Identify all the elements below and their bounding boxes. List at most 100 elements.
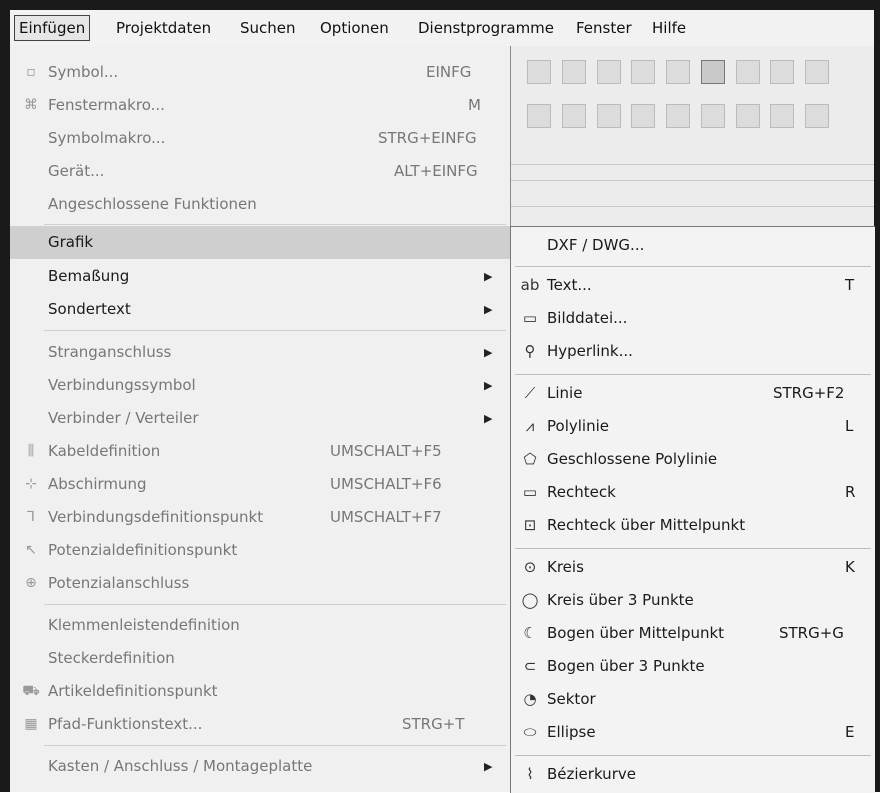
menu-item-symbolmakro[interactable]: Symbolmakro... STRG+EINFG	[10, 122, 510, 155]
grid-icon[interactable]	[666, 60, 691, 84]
toolbar-row-2	[524, 98, 832, 132]
submenu-item-rechteck-ueber-mittelpunkt[interactable]: ⊡ Rechteck über Mittelpunkt	[511, 509, 875, 542]
hyperlink-icon: ⚲	[524, 342, 536, 360]
submenu-item-dxf-dwg[interactable]: DXF / DWG...	[511, 229, 875, 262]
symbol-icon: ▫	[26, 64, 36, 80]
ellipse-icon: ⬭	[523, 723, 537, 741]
submenu-item-sektor[interactable]: ◔ Sektor	[511, 683, 875, 716]
forward-icon[interactable]	[596, 60, 621, 84]
closed-polyline-icon: ⬠	[523, 450, 537, 468]
submenu-item-bogen-ueber-3-punkte[interactable]: ⊂ Bogen über 3 Punkte	[511, 650, 875, 683]
menu-item-potenzialanschluss[interactable]: ⊕ Potenzialanschluss	[10, 567, 510, 600]
submenu-arrow-icon: ▶	[484, 270, 493, 283]
menu-item-pfad-funktionstext[interactable]: ▦ Pfad-Funktionstext... STRG+T	[10, 708, 510, 741]
submenu-item-hyperlink[interactable]: ⚲ Hyperlink...	[511, 335, 875, 368]
connection-definition-point-icon: ⅂	[27, 509, 35, 525]
menu-item-geraet[interactable]: Gerät... ALT+EINFG	[10, 155, 510, 188]
menu-separator	[44, 745, 506, 746]
menu-bar: Einfügen Projektdaten Suchen Optionen Di…	[10, 10, 874, 47]
submenu-item-kreis[interactable]: ⊙ Kreis K	[511, 551, 875, 584]
shielding-icon: ⊹	[25, 476, 37, 492]
menu-item-kasten-anschluss-montageplatte[interactable]: Kasten / Anschluss / Montageplatte ▶	[10, 750, 510, 783]
menu-suchen[interactable]: Suchen	[236, 16, 300, 40]
submenu-item-ellipse[interactable]: ⬭ Ellipse E	[511, 716, 875, 749]
menu-item-steckerdefinition[interactable]: Steckerdefinition	[10, 642, 510, 675]
sector-icon: ◔	[523, 690, 537, 708]
circle-icon: ⊙	[523, 558, 537, 576]
submenu-arrow-icon: ▶	[484, 760, 493, 773]
submenu-item-bezierkurve[interactable]: ⌇ Bézierkurve	[511, 758, 875, 791]
submenu-item-kreis-ueber-3-punkte[interactable]: ◯ Kreis über 3 Punkte	[511, 584, 875, 617]
potential-definition-point-icon: ↖	[25, 542, 37, 558]
window-macro-icon: ⌘	[24, 97, 38, 113]
menu-separator	[515, 374, 871, 375]
menu-separator	[44, 224, 506, 225]
layout-icon[interactable]	[631, 60, 656, 84]
submenu-item-geschlossene-polylinie[interactable]: ⬠ Geschlossene Polylinie	[511, 443, 875, 476]
menu-separator	[515, 548, 871, 549]
tool-icon[interactable]	[770, 104, 795, 128]
menu-projektdaten[interactable]: Projektdaten	[112, 16, 215, 40]
submenu-item-rechteck[interactable]: ▭ Rechteck R	[511, 476, 875, 509]
menu-item-kabeldefinition[interactable]: ⫼ Kabeldefinition UMSCHALT+F5	[10, 435, 510, 468]
menu-dienstprogramme[interactable]: Dienstprogramme	[414, 16, 558, 40]
tool-icon[interactable]	[700, 104, 725, 128]
ruler-line	[510, 180, 874, 181]
tool-icon[interactable]	[735, 104, 760, 128]
ruler-line	[510, 206, 874, 207]
window-frame-top	[0, 0, 880, 10]
back-icon[interactable]	[561, 60, 586, 84]
circle-3-points-icon: ◯	[521, 591, 539, 609]
menu-item-symbol[interactable]: ▫ Symbol... EINFG	[10, 56, 510, 89]
tool-icon[interactable]	[631, 104, 656, 128]
menu-item-grafik[interactable]: Grafik	[10, 226, 510, 259]
menu-item-artikeldefinitionspunkt[interactable]: ⛟ Artikeldefinitionspunkt	[10, 675, 510, 708]
tool-icon[interactable]	[596, 104, 621, 128]
arc-3-points-icon: ⊂	[523, 657, 537, 675]
menu-item-abschirmung[interactable]: ⊹ Abschirmung UMSCHALT+F6	[10, 468, 510, 501]
tool-icon[interactable]	[805, 104, 830, 128]
submenu-item-polylinie[interactable]: ⩘ Polylinie L	[511, 410, 875, 443]
menu-item-bemassung[interactable]: Bemaßung ▶	[10, 260, 510, 293]
grid-active-icon[interactable]	[700, 60, 725, 84]
menu-separator	[515, 755, 871, 756]
menu-hilfe[interactable]: Hilfe	[648, 16, 690, 40]
submenu-item-bilddatei[interactable]: ▭ Bilddatei...	[511, 302, 875, 335]
menu-item-angeschlossene-funktionen[interactable]: Angeschlossene Funktionen	[10, 188, 510, 221]
table-icon[interactable]	[735, 60, 760, 84]
bezier-curve-icon: ⌇	[526, 765, 534, 783]
menu-fenster[interactable]: Fenster	[572, 16, 636, 40]
menu-item-verbindungsdefinitionspunkt[interactable]: ⅂ Verbindungsdefinitionspunkt UMSCHALT+F…	[10, 501, 510, 534]
rectangle-icon: ▭	[522, 483, 538, 501]
article-definition-point-icon: ⛟	[22, 683, 40, 699]
toolbar-area	[510, 46, 874, 226]
menu-item-klemmenleistendefinition[interactable]: Klemmenleistendefinition	[10, 609, 510, 642]
menu-separator	[44, 330, 506, 331]
text-icon: ab	[520, 276, 540, 294]
tool-icon[interactable]	[561, 104, 586, 128]
menu-separator	[44, 604, 506, 605]
menu-einfuegen[interactable]: Einfügen	[14, 15, 91, 41]
submenu-item-bogen-ueber-mittelpunkt[interactable]: ☾ Bogen über Mittelpunkt STRG+G	[511, 617, 875, 650]
submenu-item-text[interactable]: ab Text... T	[511, 269, 875, 302]
tool-icon[interactable]	[666, 104, 691, 128]
tool-icon[interactable]	[527, 104, 551, 128]
more-icon[interactable]	[805, 60, 830, 84]
rectangle-center-icon: ⊡	[523, 516, 537, 534]
menu-optionen[interactable]: Optionen	[316, 16, 393, 40]
zoom-icon[interactable]	[527, 60, 551, 84]
submenu-item-linie[interactable]: ⟋ Linie STRG+F2	[511, 377, 875, 410]
submenu-arrow-icon: ▶	[484, 412, 493, 425]
graphic-submenu: DXF / DWG... ab Text... T ▭ Bilddatei...…	[510, 226, 875, 793]
table-alt-icon[interactable]	[770, 60, 795, 84]
image-file-icon: ▭	[522, 309, 538, 327]
menu-item-stranganschluss[interactable]: Stranganschluss ▶	[10, 336, 510, 369]
menu-item-fenstermakro[interactable]: ⌘ Fenstermakro... M	[10, 89, 510, 122]
menu-item-potenzialdefinitionspunkt[interactable]: ↖ Potenzialdefinitionspunkt	[10, 534, 510, 567]
cable-definition-icon: ⫼	[27, 443, 35, 459]
menu-item-verbinder-verteiler[interactable]: Verbinder / Verteiler ▶	[10, 402, 510, 435]
menu-item-sondertext[interactable]: Sondertext ▶	[10, 293, 510, 326]
menu-item-verbindungssymbol[interactable]: Verbindungssymbol ▶	[10, 369, 510, 402]
path-function-text-icon: ▦	[24, 716, 38, 732]
toolbar-divider	[510, 164, 874, 165]
